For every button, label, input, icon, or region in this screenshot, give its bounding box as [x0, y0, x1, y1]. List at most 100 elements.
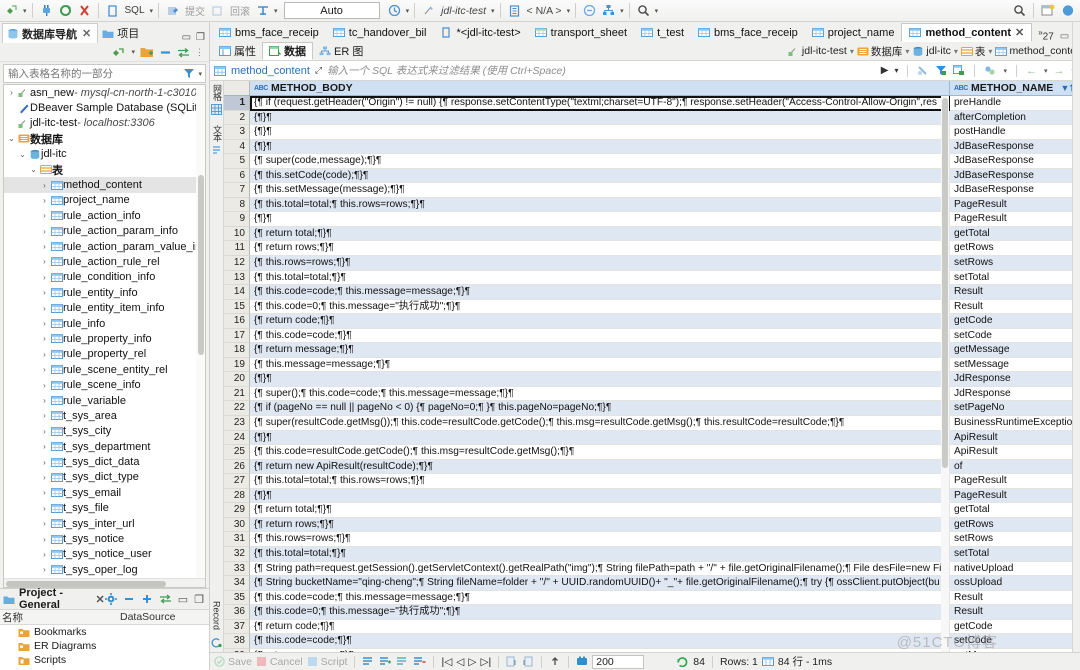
cell-method-name[interactable]: setTotal — [950, 271, 1080, 286]
previous-page-icon[interactable]: ◁ — [456, 656, 464, 668]
tree-node[interactable]: › rule_action_info — [4, 208, 205, 223]
chevron-right-icon[interactable]: › — [39, 519, 50, 528]
filter-settings-icon[interactable] — [935, 65, 947, 76]
table-row[interactable]: 20 {¶}¶ JdResponse — [224, 372, 1080, 387]
panels-icon[interactable] — [984, 65, 996, 76]
rollback-icon[interactable] — [209, 2, 226, 20]
cell-method-body[interactable]: {¶ super(code,message);¶}¶ — [250, 154, 950, 169]
tree-vertical-scrollbar[interactable] — [196, 85, 205, 578]
search-dropdown-icon[interactable]: ▾ — [655, 7, 659, 15]
table-row[interactable]: 11 {¶ return rows;¶}¶ getRows — [224, 241, 1080, 257]
import-icon[interactable] — [522, 656, 534, 667]
chevron-right-icon[interactable]: › — [39, 365, 50, 374]
table-row[interactable]: 37 {¶ return code;¶}¶ getCode — [224, 619, 1080, 635]
forward-icon[interactable]: → — [1053, 65, 1064, 77]
grid-corner-cell[interactable] — [224, 81, 250, 95]
minimize-icon[interactable]: ▭ — [182, 32, 191, 43]
database-tree[interactable]: › asn_new - mysql-cn-north-1-c3010de5a DBe… — [3, 84, 206, 588]
tree-node[interactable]: › t_sys_dict_data — [4, 454, 205, 469]
cell-method-name[interactable]: JdBaseResponse — [950, 139, 1080, 155]
row-number[interactable]: 9 — [224, 212, 250, 227]
cell-method-body[interactable]: {¶ this.rows=rows;¶}¶ — [250, 256, 950, 271]
transaction-dropdown-icon[interactable]: ▾ — [274, 7, 278, 15]
chevron-right-icon[interactable]: › — [39, 535, 50, 544]
cell-method-name[interactable]: postHandle — [950, 125, 1080, 140]
row-number[interactable]: 32 — [224, 546, 250, 562]
row-number[interactable]: 7 — [224, 183, 250, 198]
connection-refresh-icon[interactable] — [57, 2, 74, 20]
table-row[interactable]: 36 {¶ this.code=0;¶ this.message="执行成功";¶… — [224, 605, 1080, 620]
chevron-right-icon[interactable]: › — [39, 304, 50, 313]
tree-node[interactable]: ⌄ 数据库 — [4, 131, 205, 146]
table-row[interactable]: 38 {¶ this.code=code;¶}¶ setCode — [224, 634, 1080, 649]
export-icon[interactable] — [506, 656, 518, 667]
chevron-right-icon[interactable]: › — [39, 227, 50, 236]
editor-tab[interactable]: bms_face_receip — [691, 23, 805, 42]
cell-method-body[interactable]: {¶ return code;¶}¶ — [250, 314, 950, 329]
connection-dropdown-icon[interactable]: ▾ — [491, 7, 495, 15]
chevron-right-icon[interactable]: › — [39, 350, 50, 359]
cell-method-name[interactable]: PageResult — [950, 212, 1080, 227]
cell-method-body[interactable]: {¶ super();¶ this.code=code;¶ this.messa… — [250, 386, 950, 402]
chevron-right-icon[interactable]: › — [39, 473, 50, 482]
row-number[interactable]: 5 — [224, 154, 250, 169]
table-row[interactable]: 30 {¶ return rows;¶}¶ getRows — [224, 517, 1080, 533]
link-editor-icon[interactable] — [159, 594, 172, 604]
cell-method-body[interactable]: {¶ return total;¶}¶ — [250, 503, 950, 518]
row-number[interactable]: 20 — [224, 372, 250, 387]
breadcrumb-item[interactable]: 表 — [960, 44, 985, 59]
network-icon[interactable] — [600, 2, 617, 20]
table-row[interactable]: 5 {¶ super(code,message);¶}¶ JdBaseRespons… — [224, 154, 1080, 169]
row-number[interactable]: 38 — [224, 634, 250, 649]
tree-node[interactable]: › method_content — [4, 177, 205, 193]
cell-method-body[interactable]: {¶}¶ — [250, 110, 950, 126]
close-icon[interactable]: ✕ — [82, 27, 91, 40]
editor-tabs-overflow[interactable]: »27 — [1032, 28, 1060, 42]
row-number[interactable]: 22 — [224, 401, 250, 417]
filter-icon[interactable] — [181, 68, 197, 79]
filter-placeholder-text[interactable]: 输入一个 SQL 表达式来过滤结果 (使用 Ctrl+Space) — [327, 63, 566, 78]
chevron-right-icon[interactable]: › — [39, 488, 50, 497]
cell-method-body[interactable]: {¶ this.code=code;¶ this.message=message… — [250, 285, 950, 300]
cell-method-body[interactable]: {¶ this.code=code;¶}¶ — [250, 634, 950, 649]
row-number[interactable]: 31 — [224, 532, 250, 547]
tree-node[interactable]: › t_sys_email — [4, 485, 205, 500]
tree-horizontal-scrollbar[interactable] — [4, 578, 205, 587]
chevron-right-icon[interactable]: › — [39, 196, 50, 205]
schema-dropdown-icon[interactable]: ▾ — [567, 7, 571, 15]
cell-method-name[interactable]: setRows — [950, 532, 1080, 547]
new-folder-icon[interactable] — [140, 46, 154, 58]
cell-method-name[interactable]: afterCompletion — [950, 110, 1080, 126]
list-item[interactable]: Scripts — [0, 653, 209, 667]
grid-view-icon[interactable] — [211, 104, 222, 115]
tree-node[interactable]: ⌄ jdl-itc — [4, 147, 205, 162]
commit-button[interactable]: 提交 — [183, 2, 207, 20]
cell-method-name[interactable]: JdBaseResponse — [950, 183, 1080, 198]
tree-node[interactable]: › t_sys_dict_type — [4, 470, 205, 485]
row-number[interactable]: 19 — [224, 357, 250, 373]
fetch-size-input[interactable]: 200 — [592, 654, 645, 669]
row-number[interactable]: 34 — [224, 576, 250, 591]
cell-method-name[interactable]: Result — [950, 285, 1080, 300]
chevron-right-icon[interactable]: › — [39, 411, 50, 420]
new-connection-dropdown-icon[interactable]: ▾ — [23, 7, 27, 15]
result-grid[interactable]: ABC METHOD_BODY ABC METHOD_NAME ▼⇅ 1 {¶ i… — [224, 81, 1080, 652]
table-row[interactable]: 28 {¶}¶ PageResult — [224, 488, 1080, 504]
row-number[interactable]: 8 — [224, 197, 250, 213]
cell-method-body[interactable]: {¶}¶ — [250, 372, 950, 387]
minimize-icon[interactable]: ▭ — [1060, 31, 1069, 42]
tree-node[interactable]: › t_sys_notice_user — [4, 547, 205, 562]
cell-method-body[interactable]: {¶ return code;¶}¶ — [250, 619, 950, 635]
row-number[interactable]: 4 — [224, 139, 250, 155]
cell-method-body[interactable]: {¶ return rows;¶}¶ — [250, 517, 950, 533]
row-number[interactable]: 27 — [224, 474, 250, 489]
table-row[interactable]: 21 {¶ super();¶ this.code=code;¶ this.mes… — [224, 386, 1080, 402]
tree-node[interactable]: › t_sys_area — [4, 408, 205, 423]
cell-method-name[interactable]: Result — [950, 605, 1080, 620]
row-number[interactable]: 14 — [224, 285, 250, 300]
result-table-name[interactable]: method_content — [231, 65, 310, 77]
cell-method-body[interactable]: {¶ this.code=0;¶ this.message="执行成功";¶}¶ — [250, 299, 950, 315]
table-row[interactable]: 33 {¶ String path=request.getSession().ge… — [224, 561, 1080, 577]
chevron-right-icon[interactable]: › — [39, 288, 50, 297]
project-list[interactable]: Bookmarks ER Diagrams Scripts — [0, 625, 209, 670]
